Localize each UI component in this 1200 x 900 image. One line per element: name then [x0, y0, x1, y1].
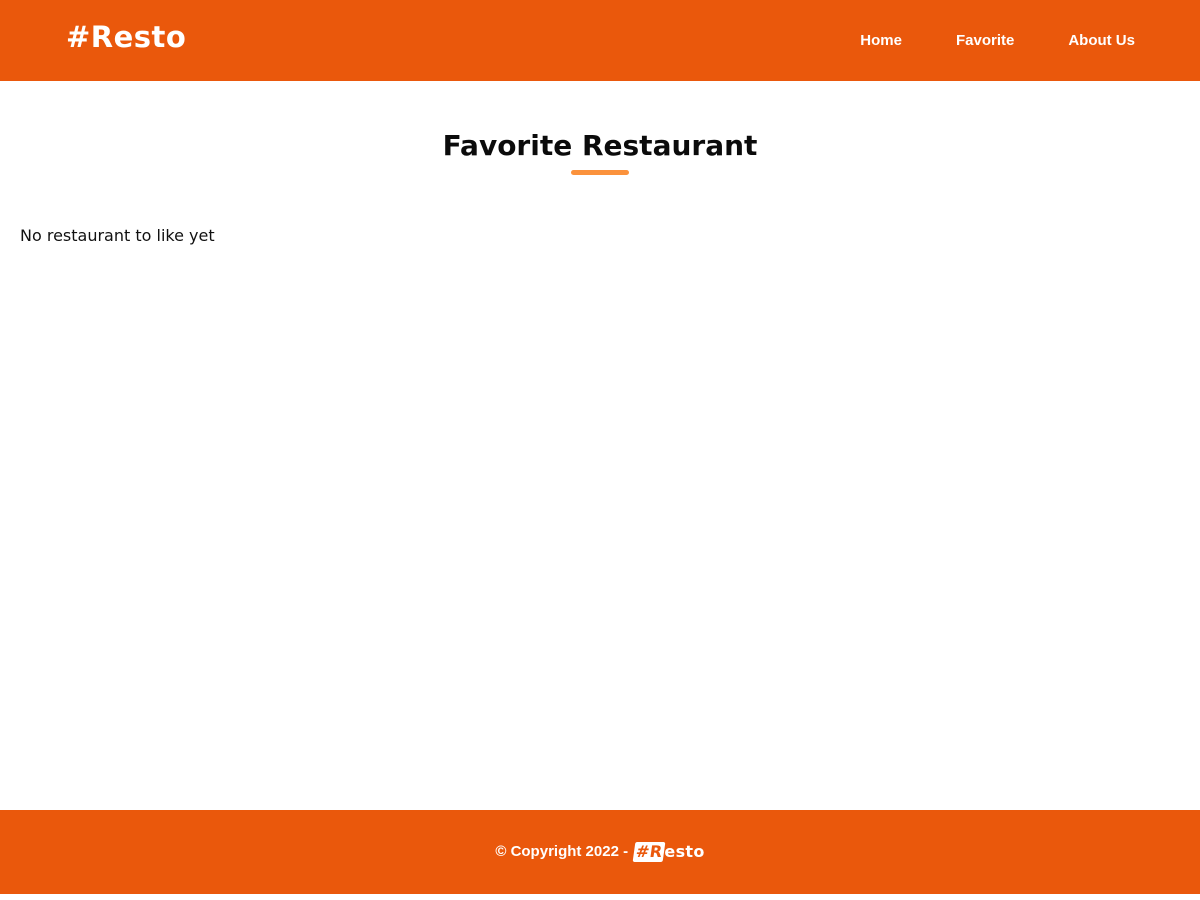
- footer-logo-text: esto: [664, 842, 705, 861]
- footer-logo-mark: #R: [632, 842, 666, 862]
- main-nav: Home Favorite About Us: [860, 29, 1135, 53]
- title-underline: [571, 170, 629, 175]
- page-title: Favorite Restaurant: [442, 129, 758, 162]
- footer-row: © Copyright 2022 - #Resto: [0, 841, 1200, 863]
- main-content: Favorite Restaurant No restaurant to lik…: [0, 81, 1200, 810]
- page: #Resto Home Favorite About Us Favorite R…: [0, 0, 1200, 900]
- brand-logo[interactable]: #Resto: [66, 19, 186, 55]
- nav-link-favorite[interactable]: Favorite: [902, 29, 1014, 53]
- empty-state-message: No restaurant to like yet: [20, 226, 215, 245]
- nav-link-about-us[interactable]: About Us: [1014, 29, 1135, 53]
- app-footer: © Copyright 2022 - #Resto: [0, 810, 1200, 894]
- copyright-text: © Copyright 2022 -: [495, 843, 629, 860]
- footer-logo: #Resto: [632, 842, 705, 862]
- app-header: #Resto Home Favorite About Us: [0, 0, 1200, 81]
- nav-link-home[interactable]: Home: [860, 29, 902, 53]
